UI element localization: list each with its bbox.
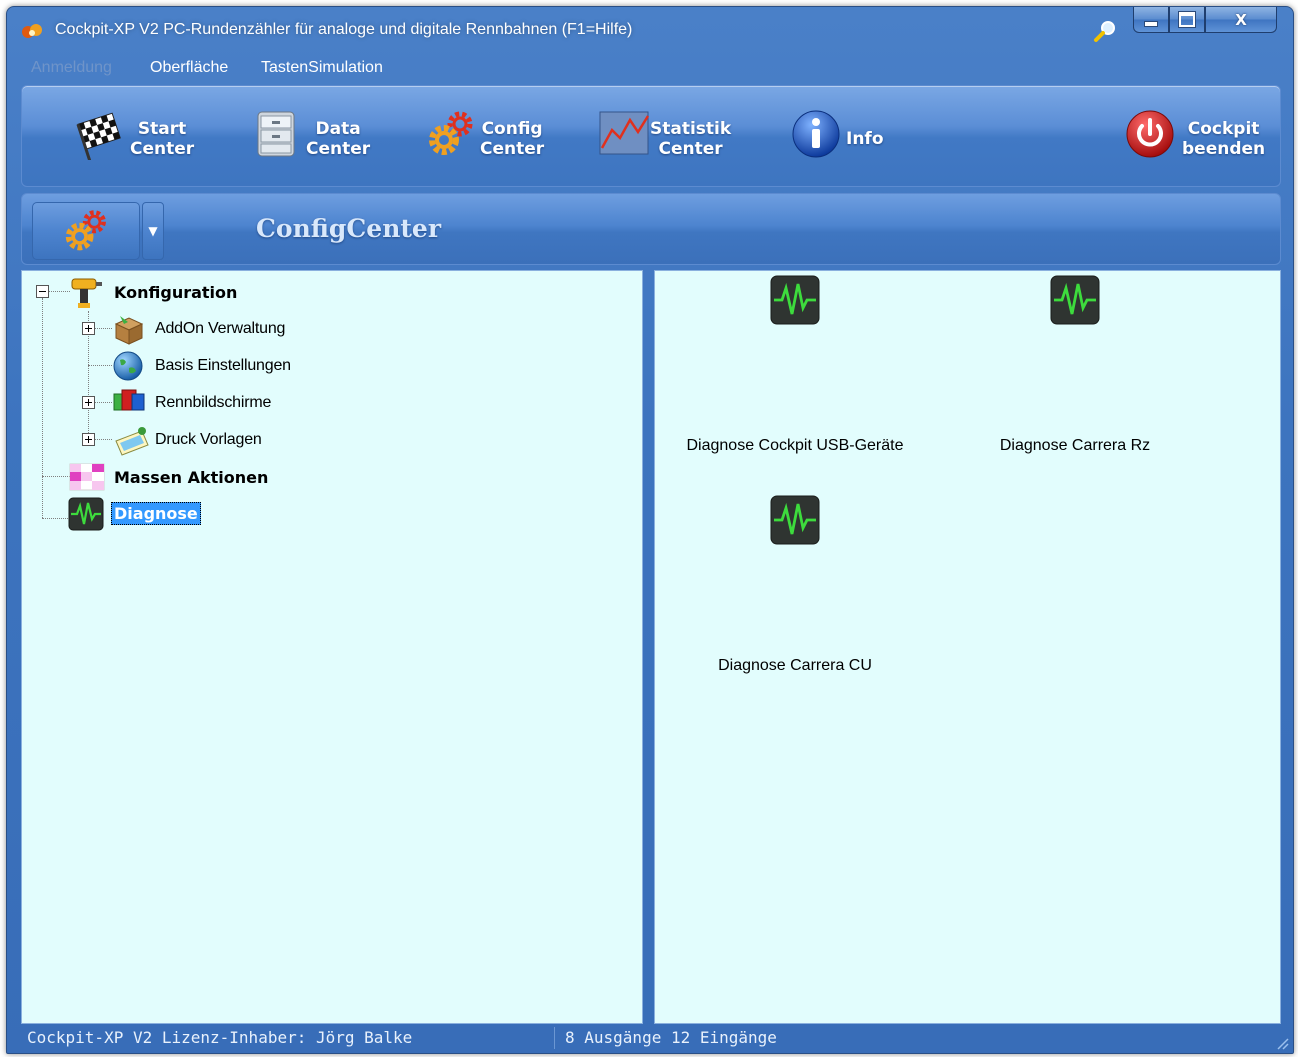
print-template-icon <box>115 427 149 456</box>
config-center-button[interactable]: Config Center <box>422 86 562 186</box>
checkered-flag-icon <box>76 112 121 160</box>
diagnose-tile-view: Diagnose Cockpit USB-Geräte Diagnose Car… <box>654 270 1281 1024</box>
config-center-label-1: Config <box>481 119 543 139</box>
chevron-down-icon: ▼ <box>148 224 158 238</box>
menu-oberflaeche[interactable]: Oberfläche <box>150 59 228 77</box>
info-button[interactable]: Info <box>788 86 908 186</box>
tile-diagnose-carrera-rz[interactable]: Diagnose Carrera Rz <box>960 275 1190 475</box>
app-icon <box>22 24 42 38</box>
resize-grip-icon[interactable] <box>1275 1036 1289 1050</box>
menu-anmeldung[interactable]: Anmeldung <box>31 59 112 77</box>
status-io: 8 Ausgänge 12 Eingänge <box>565 1028 777 1047</box>
section-dropdown-button[interactable]: ▼ <box>142 202 164 260</box>
cockpit-beenden-label-1: Cockpit <box>1187 119 1260 139</box>
tree-item-massen-aktionen[interactable]: Massen Aktionen <box>22 460 622 494</box>
gears-icon <box>65 210 106 251</box>
minimize-button[interactable] <box>1133 7 1169 33</box>
diagnose-icon <box>68 497 104 531</box>
status-separator <box>554 1027 555 1049</box>
tree-item-rennbildschirme[interactable]: Rennbildschirme <box>22 386 622 420</box>
database-icon <box>257 111 295 157</box>
close-icon: X <box>1235 10 1247 29</box>
statistik-center-label-2: Center <box>658 139 723 159</box>
tree-label-diagnose: Diagnose <box>111 502 201 525</box>
tile-diagnose-usb[interactable]: Diagnose Cockpit USB-Geräte <box>680 275 910 475</box>
tile-label-diagnose-carrera-rz: Diagnose Carrera Rz <box>999 437 1151 454</box>
expand-icon[interactable] <box>82 322 95 335</box>
cockpit-beenden-label-2: beenden <box>1182 139 1266 159</box>
screens-icon <box>113 389 145 411</box>
close-button[interactable]: X <box>1205 7 1277 33</box>
maximize-icon <box>1178 11 1196 28</box>
data-center-label-2: Center <box>306 139 371 159</box>
tree-label-addon-verwaltung: AddOn Verwaltung <box>155 320 286 337</box>
window-title: Cockpit-XP V2 PC-Rundenzähler für analog… <box>55 21 633 38</box>
box-icon <box>114 316 144 345</box>
section-icon-button[interactable] <box>32 202 140 260</box>
drill-icon <box>71 278 102 308</box>
tree-item-konfiguration[interactable]: Konfiguration <box>22 275 622 309</box>
tree-item-druck-vorlagen[interactable]: Druck Vorlagen <box>22 423 622 457</box>
collapse-icon[interactable] <box>36 285 49 298</box>
start-center-button[interactable]: Start Center <box>62 86 202 186</box>
info-icon <box>792 110 840 158</box>
expand-icon[interactable] <box>82 433 95 446</box>
tree-label-basis-einstellungen: Basis Einstellungen <box>155 357 291 374</box>
diagnose-icon <box>1050 275 1100 325</box>
minimize-icon <box>1144 20 1158 27</box>
title-bar[interactable]: Cockpit-XP V2 PC-Rundenzähler für analog… <box>7 7 1293 53</box>
tree-item-basis-einstellungen[interactable]: Basis Einstellungen <box>22 349 622 383</box>
statistik-center-label-1: Statistik <box>650 119 732 139</box>
info-label: Info <box>846 129 884 149</box>
tile-label-diagnose-carrera-cu: Diagnose Carrera CU <box>718 657 872 674</box>
main-window: Cockpit-XP V2 PC-Rundenzähler für analog… <box>6 6 1294 1054</box>
section-header: ▼ ConfigCenter <box>21 193 1281 265</box>
expand-icon[interactable] <box>82 396 95 409</box>
cockpit-beenden-button[interactable]: Cockpit beenden <box>1120 86 1280 186</box>
menu-bar: Anmeldung Oberfläche TastenSimulation <box>7 55 1293 81</box>
data-center-label-1: Data <box>315 119 361 139</box>
magnifier-icon[interactable] <box>1091 17 1119 45</box>
statistik-center-button[interactable]: Statistik Center <box>594 86 744 186</box>
mass-actions-icon <box>69 463 105 491</box>
config-tree: Konfiguration AddOn Verwaltung Basis Ein… <box>21 270 643 1024</box>
tree-label-massen-aktionen: Massen Aktionen <box>114 468 269 487</box>
start-center-label-1: Start <box>137 119 187 139</box>
start-center-label-2: Center <box>130 139 195 159</box>
menu-tastensimulation[interactable]: TastenSimulation <box>261 59 383 77</box>
tree-item-addon-verwaltung[interactable]: AddOn Verwaltung <box>22 312 622 346</box>
diagnose-icon <box>770 495 820 545</box>
power-icon <box>1126 110 1174 158</box>
globe-icon <box>113 351 143 381</box>
tree-label-konfiguration: Konfiguration <box>114 283 238 302</box>
section-title: ConfigCenter <box>256 214 442 243</box>
tile-label-diagnose-usb: Diagnose Cockpit USB-Geräte <box>686 437 904 454</box>
tile-diagnose-carrera-cu[interactable]: Diagnose Carrera CU <box>680 495 910 695</box>
config-center-label-2: Center <box>480 139 545 159</box>
main-toolbar: Start Center Data Center Config Center S… <box>21 85 1281 187</box>
tree-item-diagnose[interactable]: Diagnose <box>22 497 622 531</box>
tree-label-druck-vorlagen: Druck Vorlagen <box>155 431 262 448</box>
tree-label-rennbildschirme: Rennbildschirme <box>155 394 272 411</box>
status-bar: Cockpit-XP V2 Lizenz-Inhaber: Jörg Balke… <box>7 1023 1293 1053</box>
diagnose-icon <box>770 275 820 325</box>
chart-icon <box>599 111 650 155</box>
status-license: Cockpit-XP V2 Lizenz-Inhaber: Jörg Balke <box>27 1028 413 1047</box>
gears-icon <box>429 111 473 155</box>
maximize-button[interactable] <box>1169 7 1205 33</box>
data-center-button[interactable]: Data Center <box>242 86 382 186</box>
